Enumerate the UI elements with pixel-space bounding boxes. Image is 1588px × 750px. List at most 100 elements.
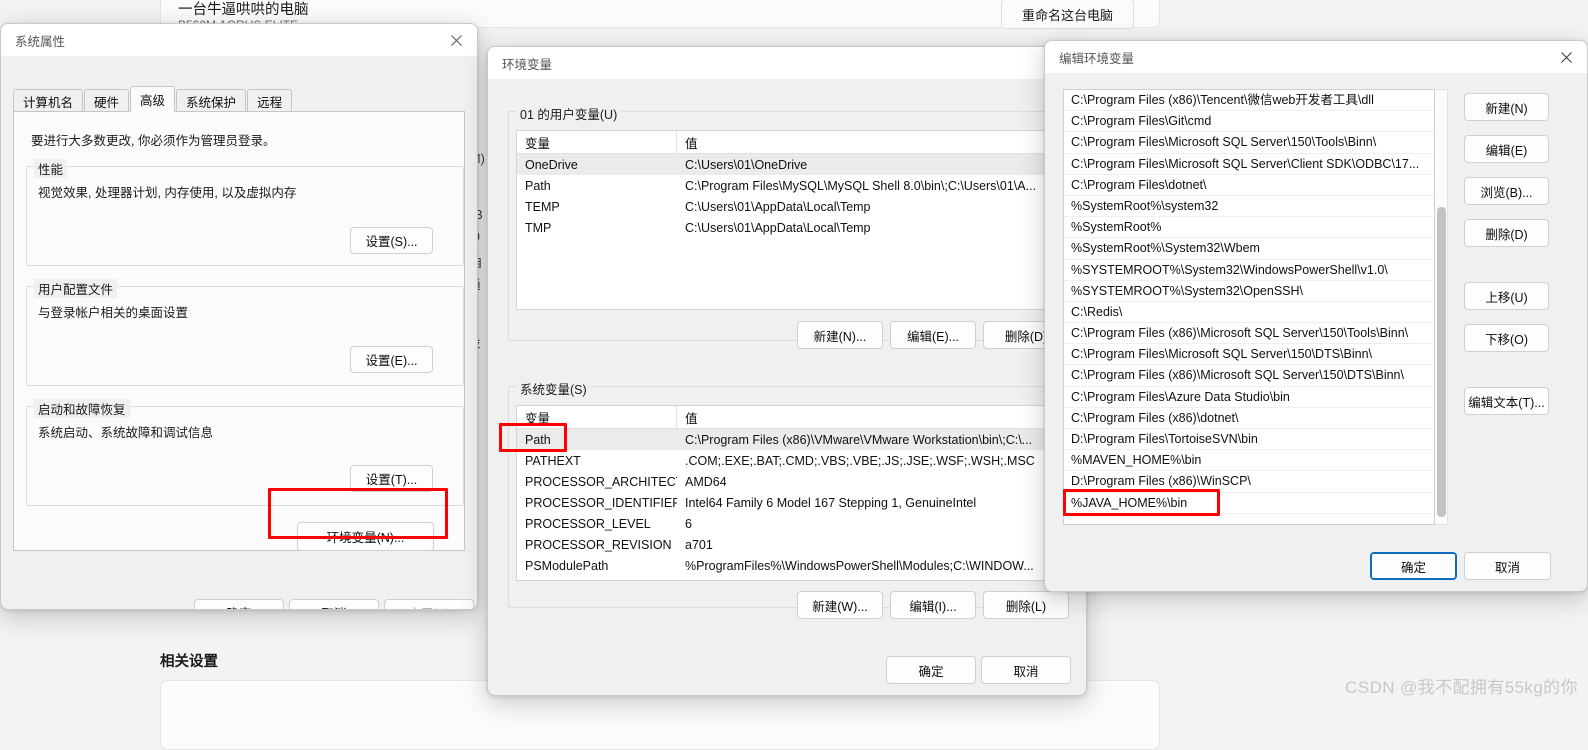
user-variables-edit-button[interactable]: 编辑(E)... xyxy=(890,321,976,349)
table-row[interactable]: TMP C:\Users\01\AppData\Local\Temp xyxy=(517,217,1060,238)
table-row[interactable]: PROCESSOR_LEVEL 6 xyxy=(517,513,1060,534)
variable-value-cell: .COM;.EXE;.BAT;.CMD;.VBS;.VBE;.JS;.JSE;.… xyxy=(685,453,1035,468)
variable-name-cell: PROCESSOR_ARCHITECT... xyxy=(525,474,677,489)
path-entry-row[interactable]: %SYSTEMROOT%\System32\WindowsPowerShell\… xyxy=(1064,260,1434,281)
environment-variables-title: 环境变量 xyxy=(502,57,553,72)
edit-env-delete-button[interactable]: 删除(D) xyxy=(1464,219,1549,247)
edit-environment-variable-title: 编辑环境变量 xyxy=(1059,51,1135,66)
path-entry-row[interactable]: C:\Program Files\Microsoft SQL Server\15… xyxy=(1064,132,1434,154)
system-variables-edit-button[interactable]: 编辑(I)... xyxy=(890,591,976,619)
table-row[interactable]: PROCESSOR_IDENTIFIER Intel64 Family 6 Mod… xyxy=(517,492,1060,513)
table-row[interactable]: PATHEXT .COM;.EXE;.BAT;.CMD;.VBS;.VBE;.JS… xyxy=(517,450,1060,471)
tab-label: 硬件 xyxy=(94,95,120,110)
tab-2[interactable]: 高级 xyxy=(130,86,176,112)
user-profiles-description: 与登录帐户相关的桌面设置 xyxy=(38,306,189,320)
system-variables-new-button[interactable]: 新建(W)... xyxy=(797,591,883,619)
variable-name-cell: PROCESSOR_IDENTIFIER xyxy=(525,495,677,510)
table-row[interactable]: PROCESSOR_REVISION a701 xyxy=(517,534,1060,555)
edit-env-cancel-button[interactable]: 取消 xyxy=(1464,552,1551,580)
variable-value-cell: %ProgramFiles%\WindowsPowerShell\Modules… xyxy=(685,558,1034,573)
variable-name-cell: PROCESSOR_LEVEL xyxy=(525,516,651,531)
table-row[interactable]: Path C:\Program Files (x86)\VMware\VMware… xyxy=(517,429,1060,450)
path-entry-row[interactable]: %SystemRoot%\system32 xyxy=(1064,196,1434,218)
path-entry-row[interactable]: C:\Program Files (x86)\Microsoft SQL Ser… xyxy=(1064,323,1434,345)
edit-env-browse-button[interactable]: 浏览(B)... xyxy=(1464,177,1549,205)
path-entry-row[interactable]: C:\Program Files\Azure Data Studio\bin xyxy=(1064,387,1434,408)
path-entry-row[interactable]: C:\Program Files\Microsoft SQL Server\15… xyxy=(1064,344,1434,366)
path-entry-row[interactable]: D:\Program Files\TortoiseSVN\bin xyxy=(1064,429,1434,451)
path-entry-row[interactable]: C:\Program Files\dotnet\ xyxy=(1064,175,1434,196)
tab-label: 系统保护 xyxy=(186,95,237,110)
variable-value-cell: AMD64 xyxy=(685,474,727,489)
path-entry-row[interactable]: %MAVEN_HOME%\bin xyxy=(1064,450,1434,472)
environment-variables-window: 环境变量 01 的用户变量(U) 变量值 OneDrive C:\Users\01\… xyxy=(487,46,1087,696)
path-entry-row[interactable]: C:\Program Files (x86)\Tencent\微信web开发者工… xyxy=(1064,90,1434,112)
edit-env-move-down-button[interactable]: 下移(O) xyxy=(1464,324,1549,352)
system-properties-ok-button[interactable]: 确定 xyxy=(194,599,284,609)
path-entry-row[interactable]: C:\Program Files (x86)\Microsoft SQL Ser… xyxy=(1064,365,1434,387)
close-icon[interactable] xyxy=(435,24,477,56)
path-entry-row[interactable]: %SystemRoot%\System32\Wbem xyxy=(1064,238,1434,260)
tab-1[interactable]: 硬件 xyxy=(84,89,130,112)
edit-env-new-button[interactable]: 新建(N) xyxy=(1464,93,1549,121)
edit-env-move-up-button[interactable]: 上移(U) xyxy=(1464,282,1549,310)
related-settings-heading: 相关设置 xyxy=(160,654,218,670)
csdn-watermark: CSDN @我不配拥有55kg的你 xyxy=(1345,678,1578,697)
user-variables-table[interactable]: 变量值 OneDrive C:\Users\01\OneDrive Path C:\Pr… xyxy=(516,130,1061,310)
column-header: 变量 xyxy=(517,406,677,428)
table-header-row: 变量值 xyxy=(517,131,1060,154)
tab-3[interactable]: 系统保护 xyxy=(176,89,247,112)
table-row[interactable]: PROCESSOR_ARCHITECT... AMD64 xyxy=(517,471,1060,492)
tab-0[interactable]: 计算机名 xyxy=(13,89,84,112)
system-properties-titlebar: 系统属性 xyxy=(1,24,477,56)
variable-name-cell: OneDrive xyxy=(525,157,578,172)
table-row[interactable]: PSModulePath %ProgramFiles%\WindowsPowerS… xyxy=(517,555,1060,576)
performance-legend: 性能 xyxy=(34,159,68,178)
startup-recovery-description: 系统启动、系统故障和调试信息 xyxy=(38,426,214,440)
variable-name-cell: TEMP xyxy=(525,199,560,214)
path-entry-row[interactable]: %SystemRoot% xyxy=(1064,217,1434,239)
table-row[interactable]: OneDrive C:\Users\01\OneDrive xyxy=(517,154,1060,175)
path-entry-row[interactable]: C:\Program Files (x86)\dotnet\ xyxy=(1064,408,1434,429)
system-properties-tabs[interactable]: 计算机名 硬件 高级 系统保护 远程 xyxy=(13,86,293,112)
environment-variables-titlebar: 环境变量 xyxy=(488,47,1086,79)
column-header: 值 xyxy=(685,136,698,151)
variable-value-cell: C:\Users\01\OneDrive xyxy=(685,157,808,172)
system-variables-delete-button[interactable]: 删除(L) xyxy=(983,591,1069,619)
close-icon[interactable] xyxy=(1545,41,1587,73)
path-entry-row[interactable]: %SYSTEMROOT%\System32\OpenSSH\ xyxy=(1064,281,1434,302)
system-properties-title: 系统属性 xyxy=(15,34,66,49)
variable-name-cell: Path xyxy=(525,432,551,447)
table-header-row: 变量值 xyxy=(517,406,1060,429)
user-profiles-legend: 用户配置文件 xyxy=(34,279,118,298)
environment-variables-button[interactable]: 环境变量(N)... xyxy=(297,522,434,551)
path-entries-list[interactable]: C:\Program Files (x86)\Tencent\微信web开发者工… xyxy=(1063,89,1435,525)
system-properties-cancel-button[interactable]: 取消 xyxy=(289,599,379,609)
environment-variables-ok-button[interactable]: 确定 xyxy=(886,656,976,684)
path-entry-row[interactable]: D:\Program Files (x86)\WinSCP\ xyxy=(1064,471,1434,493)
tab-4[interactable]: 远程 xyxy=(247,89,293,112)
path-entry-row[interactable]: C:\Redis\ xyxy=(1064,302,1434,324)
variable-value-cell: 6 xyxy=(685,516,692,531)
system-variables-table[interactable]: 变量值 Path C:\Program Files (x86)\VMware\VMw… xyxy=(516,405,1061,581)
path-list-scrollbar-thumb[interactable] xyxy=(1437,207,1446,517)
table-row[interactable]: Path C:\Program Files\MySQL\MySQL Shell 8… xyxy=(517,175,1060,196)
rename-pc-button[interactable]: 重命名这台电脑 xyxy=(1001,0,1134,29)
user-variables-new-button[interactable]: 新建(N)... xyxy=(797,321,883,349)
startup-recovery-settings-button[interactable]: 设置(T)... xyxy=(350,465,433,492)
user-variables-legend: 01 的用户变量(U) xyxy=(516,104,622,123)
variable-value-cell: Intel64 Family 6 Model 167 Stepping 1, G… xyxy=(685,495,977,510)
admin-notice-label: 要进行大多数更改, 你必须作为管理员登录。 xyxy=(31,134,276,148)
performance-description: 视觉效果, 处理器计划, 内存使用, 以及虚拟内存 xyxy=(38,186,297,200)
edit-env-ok-button[interactable]: 确定 xyxy=(1370,552,1457,580)
path-entry-row[interactable]: %JAVA_HOME%\bin xyxy=(1064,493,1434,514)
edit-env-edit-button[interactable]: 编辑(E) xyxy=(1464,135,1549,163)
user-profiles-settings-button[interactable]: 设置(E)... xyxy=(350,346,433,373)
edit-env-edit-text-button[interactable]: 编辑文本(T)... xyxy=(1464,387,1549,415)
table-row[interactable]: TEMP C:\Users\01\AppData\Local\Temp xyxy=(517,196,1060,217)
performance-settings-button[interactable]: 设置(S)... xyxy=(350,227,433,254)
path-entry-row[interactable]: C:\Program Files\Git\cmd xyxy=(1064,111,1434,133)
path-entry-row[interactable]: C:\Program Files\Microsoft SQL Server\Cl… xyxy=(1064,154,1434,175)
environment-variables-cancel-button[interactable]: 取消 xyxy=(981,656,1071,684)
system-properties-apply-button[interactable]: 应用(A) xyxy=(384,599,474,609)
